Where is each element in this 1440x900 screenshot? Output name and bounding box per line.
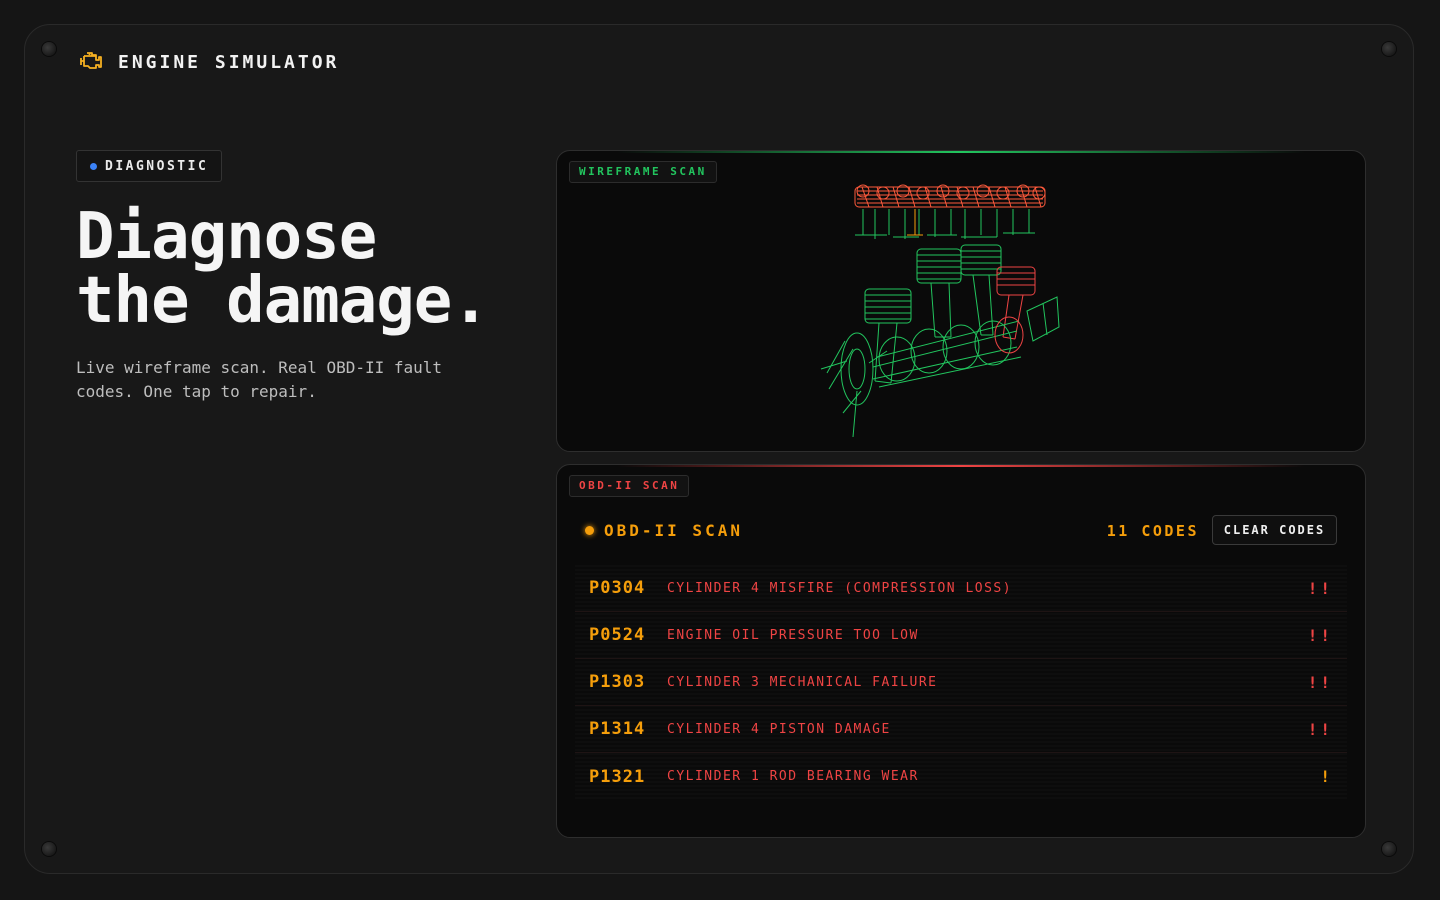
severity-indicator: !! <box>1307 672 1333 692</box>
scan-status-dot <box>585 526 594 535</box>
fault-code: P1314 <box>589 719 646 739</box>
obd-heading-label: OBD-II SCAN <box>604 521 743 540</box>
status-dot <box>90 162 97 170</box>
hero-heading-line-1: Diagnose <box>76 200 377 274</box>
flywheel <box>1026 296 1060 342</box>
fault-description: CYLINDER 3 MECHANICAL FAILURE <box>667 674 938 690</box>
fault-code-row[interactable]: P1314 CYLINDER 4 PISTON DAMAGE !! <box>575 706 1347 753</box>
obd-tag: OBD-II SCAN <box>569 475 690 497</box>
valve-train <box>854 184 1046 239</box>
code-count: 11 CODES <box>1106 522 1199 540</box>
fault-code-row[interactable]: P0304 CYLINDER 4 MISFIRE (COMPRESSION LO… <box>575 565 1347 612</box>
crankshaft <box>820 320 1022 438</box>
corner-screw <box>42 842 56 856</box>
severity-indicator: !! <box>1307 719 1333 739</box>
corner-screw <box>1382 42 1396 56</box>
app-title: ENGINE SIMULATOR <box>118 51 340 73</box>
fault-code: P0304 <box>589 578 646 598</box>
hero-heading: Diagnose the damage. <box>76 200 490 338</box>
badge-label: DIAGNOSTIC <box>105 158 209 174</box>
obd-heading: OBD-II SCAN <box>585 521 743 540</box>
engine-wireframe[interactable] <box>557 151 1366 452</box>
fault-code-list: P0304 CYLINDER 4 MISFIRE (COMPRESSION LO… <box>575 565 1347 800</box>
fault-code: P1303 <box>589 672 646 692</box>
fault-description: CYLINDER 4 MISFIRE (COMPRESSION LOSS) <box>667 580 1013 596</box>
clear-codes-button[interactable]: CLEAR CODES <box>1212 515 1337 545</box>
hero-subtitle: Live wireframe scan. Real OBD-II fault c… <box>76 358 443 401</box>
hero-heading-line-2: the damage. <box>76 264 490 338</box>
fault-description: CYLINDER 1 ROD BEARING WEAR <box>667 769 919 784</box>
severity-indicator: !! <box>1307 578 1333 598</box>
brand: ENGINE SIMULATOR <box>78 50 339 74</box>
fault-description: ENGINE OIL PRESSURE TOO LOW <box>667 627 919 643</box>
fault-code-row[interactable]: P1303 CYLINDER 3 MECHANICAL FAILURE !! <box>575 659 1347 706</box>
obd-panel: OBD-II SCAN OBD-II SCAN 11 CODES CLEAR C… <box>556 464 1366 838</box>
fault-code-row[interactable]: P0524 ENGINE OIL PRESSURE TOO LOW !! <box>575 612 1347 659</box>
wireframe-panel: WIREFRAME SCAN <box>556 150 1366 452</box>
panel-glow <box>617 465 1305 467</box>
corner-screw <box>42 42 56 56</box>
fault-description: CYLINDER 4 PISTON DAMAGE <box>667 721 891 737</box>
severity-indicator: ! <box>1320 767 1333 786</box>
check-engine-icon <box>78 50 104 74</box>
diagnostic-badge: DIAGNOSTIC <box>76 150 222 182</box>
corner-screw <box>1382 842 1396 856</box>
fault-code: P0524 <box>589 625 646 645</box>
severity-indicator: !! <box>1307 625 1333 645</box>
fault-code-row[interactable]: P1321 CYLINDER 1 ROD BEARING WEAR ! <box>575 753 1347 800</box>
fault-code: P1321 <box>589 766 646 787</box>
